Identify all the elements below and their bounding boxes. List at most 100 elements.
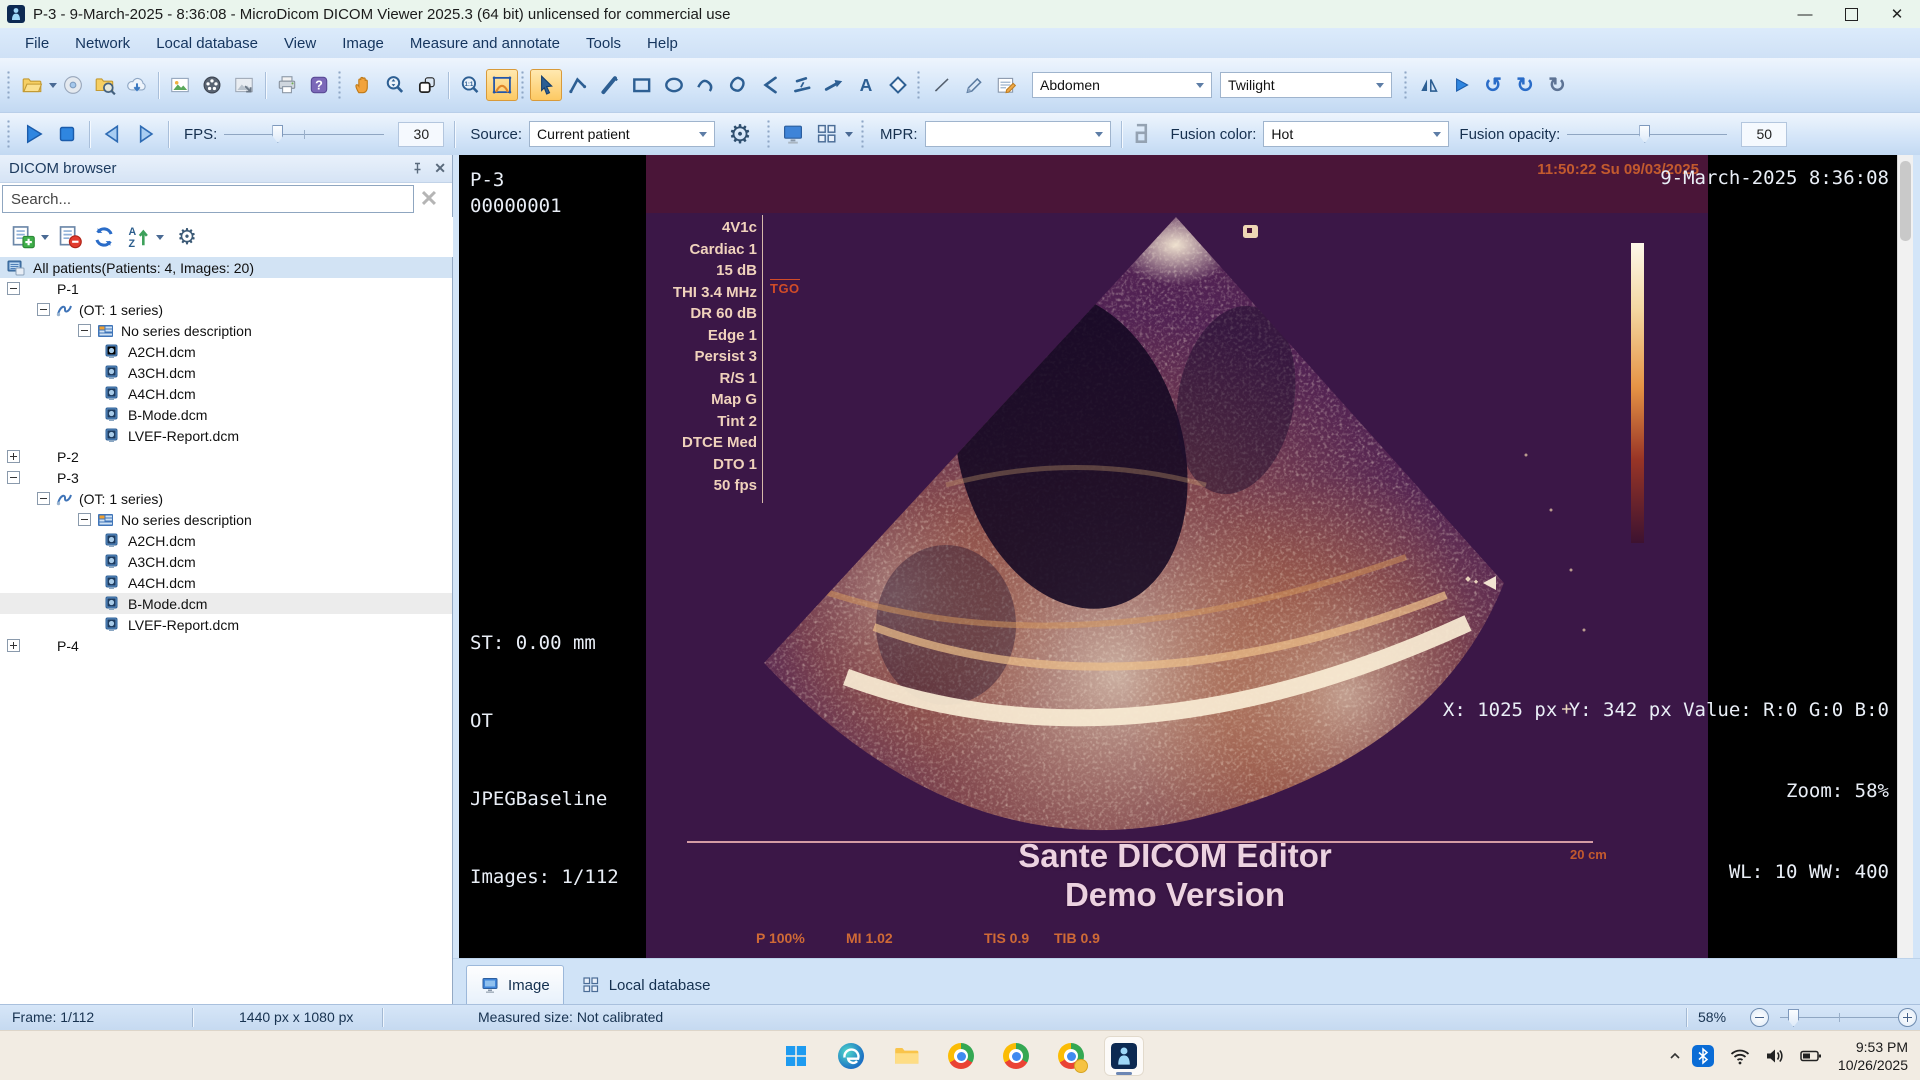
zoom-out-button[interactable] bbox=[1750, 1008, 1769, 1027]
actual-size-button[interactable]: 1:1 bbox=[454, 69, 486, 101]
fit-to-window-button[interactable] bbox=[486, 69, 518, 101]
volume-icon[interactable] bbox=[1764, 1046, 1786, 1066]
text-annotation-button[interactable]: A bbox=[850, 69, 882, 101]
chrome-labs-button[interactable] bbox=[1051, 1036, 1091, 1076]
rectangle-tool-button[interactable] bbox=[626, 69, 658, 101]
fusion-color-select[interactable]: Hot bbox=[1263, 121, 1449, 147]
tree-item-file[interactable]: LVEF-Report.dcm bbox=[0, 425, 452, 446]
collapse-icon[interactable] bbox=[37, 303, 50, 316]
line-measure-button[interactable] bbox=[594, 69, 626, 101]
refresh-button[interactable] bbox=[87, 220, 121, 254]
collapse-icon[interactable] bbox=[78, 324, 91, 337]
menu-network[interactable]: Network bbox=[62, 28, 143, 58]
add-to-list-caret[interactable] bbox=[41, 235, 49, 240]
zoom-in-button[interactable] bbox=[1898, 1008, 1917, 1027]
grid-layout-caret[interactable] bbox=[845, 132, 853, 137]
tree-item-file[interactable]: B-Mode.dcm bbox=[0, 404, 452, 425]
reset-view-button[interactable]: ↻ bbox=[1541, 69, 1573, 101]
next-frame-button[interactable] bbox=[129, 117, 163, 151]
mpr-select[interactable] bbox=[925, 121, 1111, 147]
tree-item-file[interactable]: A4CH.dcm bbox=[0, 572, 452, 593]
flip-horizontal-button[interactable] bbox=[1413, 69, 1445, 101]
tab-image[interactable]: Image bbox=[466, 965, 564, 1004]
menu-image[interactable]: Image bbox=[329, 28, 397, 58]
polyline-measure-button[interactable] bbox=[562, 69, 594, 101]
wifi-icon[interactable] bbox=[1729, 1046, 1751, 1066]
grid-layout-button[interactable] bbox=[810, 117, 844, 151]
pointer-tool-button[interactable] bbox=[530, 69, 562, 101]
fusion-icon[interactable] bbox=[1127, 117, 1161, 151]
image-viewport[interactable]: 11:50:22 Su 09/03/2025 4V1c Cardiac 1 15… bbox=[459, 155, 1897, 958]
tree-item-study[interactable]: (OT: 1 series) bbox=[0, 488, 452, 509]
fusion-opacity-slider[interactable] bbox=[1567, 122, 1727, 146]
thin-line-tool-button[interactable] bbox=[926, 69, 958, 101]
collapse-icon[interactable] bbox=[37, 492, 50, 505]
open-folder-button[interactable] bbox=[16, 69, 48, 101]
palette-select[interactable]: Twilight bbox=[1220, 72, 1392, 98]
tree-item-file[interactable]: A2CH.dcm bbox=[0, 341, 452, 362]
menu-local-database[interactable]: Local database bbox=[143, 28, 271, 58]
pin-icon[interactable] bbox=[411, 162, 424, 175]
tree-item-patient[interactable]: P-3 bbox=[0, 467, 452, 488]
maximize-button[interactable] bbox=[1828, 0, 1874, 28]
menu-view[interactable]: View bbox=[271, 28, 329, 58]
play-cine-button[interactable] bbox=[1445, 69, 1477, 101]
pan-tool-button[interactable] bbox=[347, 69, 379, 101]
source-select[interactable]: Current patient bbox=[529, 121, 715, 147]
cine-stop-button[interactable] bbox=[50, 117, 84, 151]
pencil-tool-button[interactable] bbox=[958, 69, 990, 101]
arrow-annotation-button[interactable] bbox=[818, 69, 850, 101]
menu-tools[interactable]: Tools bbox=[573, 28, 634, 58]
tray-chevron-icon[interactable] bbox=[1667, 1048, 1683, 1064]
eraser-tool-button[interactable] bbox=[882, 69, 914, 101]
pan-frames-button[interactable] bbox=[411, 69, 443, 101]
edit-annotations-button[interactable] bbox=[990, 69, 1022, 101]
expand-icon[interactable] bbox=[7, 450, 20, 463]
tree-item-file-selected[interactable]: B-Mode.dcm bbox=[0, 593, 452, 614]
microdicom-taskbar-button[interactable] bbox=[1104, 1036, 1144, 1076]
tree-item-series[interactable]: No series description bbox=[0, 320, 452, 341]
cine-settings-button[interactable]: ⚙ bbox=[723, 117, 757, 151]
help-button[interactable]: ? bbox=[303, 69, 335, 101]
battery-icon[interactable] bbox=[1799, 1046, 1823, 1066]
body-preset-select[interactable]: Abdomen bbox=[1032, 72, 1212, 98]
add-to-list-button[interactable] bbox=[6, 220, 40, 254]
menu-file[interactable]: File bbox=[12, 28, 62, 58]
collapse-icon[interactable] bbox=[78, 513, 91, 526]
copy-image-button[interactable] bbox=[228, 69, 260, 101]
clear-search-icon[interactable]: ✕ bbox=[414, 186, 444, 212]
tree-item-study[interactable]: (OT: 1 series) bbox=[0, 299, 452, 320]
menu-measure-annotate[interactable]: Measure and annotate bbox=[397, 28, 573, 58]
viewport-scrollbar[interactable] bbox=[1897, 155, 1914, 958]
cine-play-button[interactable] bbox=[16, 117, 50, 151]
chrome-button[interactable] bbox=[941, 1036, 981, 1076]
previous-frame-button[interactable] bbox=[95, 117, 129, 151]
status-zoom-slider[interactable] bbox=[1780, 1005, 1898, 1029]
collapse-icon[interactable] bbox=[7, 471, 20, 484]
collapse-icon[interactable] bbox=[7, 282, 20, 295]
ellipse-tool-button[interactable] bbox=[658, 69, 690, 101]
browser-settings-button[interactable]: ⚙ bbox=[170, 220, 204, 254]
export-video-button[interactable] bbox=[196, 69, 228, 101]
scrollbar-thumb[interactable] bbox=[1900, 161, 1911, 241]
export-image-button[interactable] bbox=[164, 69, 196, 101]
tree-item-patient[interactable]: P-4 bbox=[0, 635, 452, 656]
file-explorer-button[interactable] bbox=[886, 1036, 926, 1076]
tree-item-series[interactable]: No series description bbox=[0, 509, 452, 530]
print-button[interactable] bbox=[271, 69, 303, 101]
taskbar-clock[interactable]: 9:53 PM 10/26/2025 bbox=[1838, 1038, 1908, 1074]
burn-cd-button[interactable] bbox=[57, 69, 89, 101]
chrome-profile2-button[interactable] bbox=[996, 1036, 1036, 1076]
fps-slider[interactable] bbox=[224, 122, 384, 146]
sort-caret[interactable] bbox=[156, 235, 164, 240]
start-button[interactable] bbox=[776, 1036, 816, 1076]
tree-item-file[interactable]: A3CH.dcm bbox=[0, 551, 452, 572]
expand-icon[interactable] bbox=[7, 639, 20, 652]
tree-item-patient[interactable]: P-1 bbox=[0, 278, 452, 299]
tree-item-file[interactable]: A2CH.dcm bbox=[0, 530, 452, 551]
minimize-button[interactable]: — bbox=[1782, 0, 1828, 28]
remove-from-list-button[interactable] bbox=[53, 220, 87, 254]
bluetooth-icon[interactable] bbox=[1692, 1045, 1714, 1067]
closed-polygon-tool-button[interactable] bbox=[722, 69, 754, 101]
tree-item-file[interactable]: A4CH.dcm bbox=[0, 383, 452, 404]
